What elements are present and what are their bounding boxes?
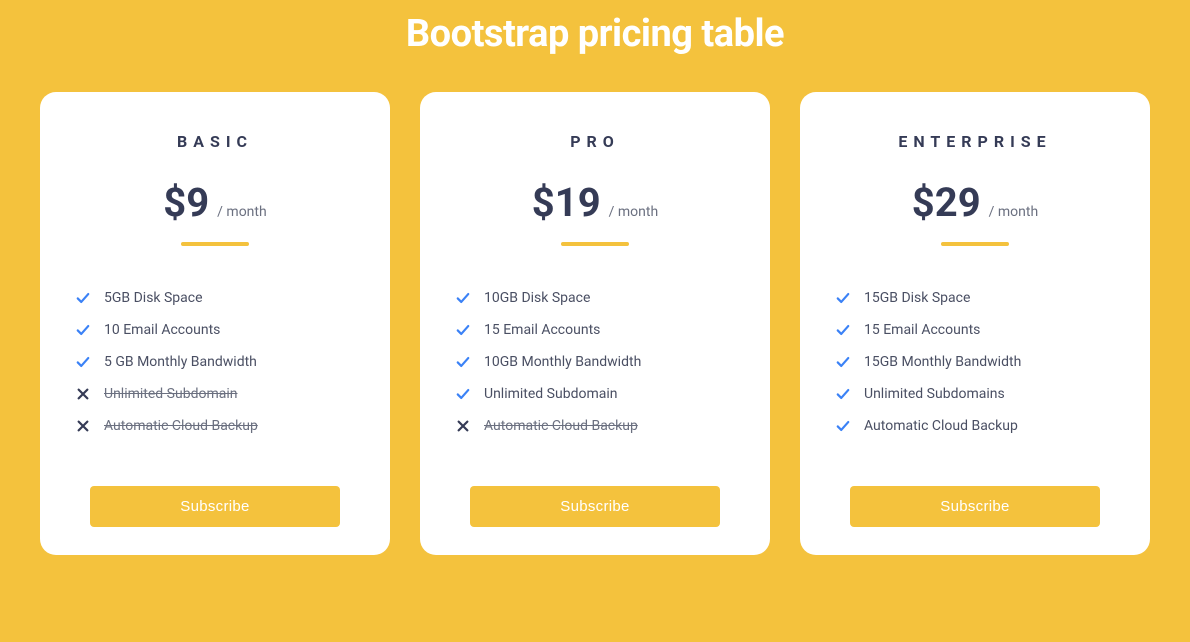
plan-card-basic: BASIC $9 / month 5GB Disk Space 10 Email … [40,92,390,555]
x-icon [76,419,90,433]
check-icon [76,291,90,305]
feature-text: 10 Email Accounts [104,322,220,338]
price-row: $9 / month [163,179,266,226]
check-icon [76,355,90,369]
feature-item: 10GB Monthly Bandwidth [456,346,734,378]
feature-list: 15GB Disk Space 15 Email Accounts 15GB Mon… [836,282,1114,442]
check-icon [456,355,470,369]
feature-item: Unlimited Subdomains [836,378,1114,410]
feature-item: Automatic Cloud Backup [456,410,734,442]
check-icon [456,323,470,337]
page-title: Bootstrap pricing table [406,12,784,56]
accent-underline [561,242,629,246]
plan-price: $29 [912,179,981,226]
check-icon [456,291,470,305]
check-icon [836,419,850,433]
feature-text: Unlimited Subdomain [484,386,617,402]
check-icon [836,387,850,401]
check-icon [76,323,90,337]
feature-text: Automatic Cloud Backup [104,418,258,434]
pricing-cards: BASIC $9 / month 5GB Disk Space 10 Email … [40,92,1150,555]
x-icon [76,387,90,401]
feature-text: 15 Email Accounts [484,322,600,338]
check-icon [836,291,850,305]
plan-period: / month [217,204,267,220]
plan-price: $9 [163,179,209,226]
feature-item: 15 Email Accounts [836,314,1114,346]
plan-name: BASIC [177,132,253,151]
feature-text: 15 Email Accounts [864,322,980,338]
feature-item: 15GB Disk Space [836,282,1114,314]
feature-item: 5GB Disk Space [76,282,354,314]
feature-text: 15GB Disk Space [864,290,970,306]
subscribe-button[interactable]: Subscribe [850,486,1100,527]
feature-list: 10GB Disk Space 15 Email Accounts 10GB Mon… [456,282,734,442]
feature-text: 10GB Disk Space [484,290,590,306]
feature-item: 15 Email Accounts [456,314,734,346]
feature-text: 15GB Monthly Bandwidth [864,354,1021,370]
subscribe-button[interactable]: Subscribe [470,486,720,527]
accent-underline [181,242,249,246]
plan-name: PRO [570,132,620,151]
feature-text: Unlimited Subdomain [104,386,237,402]
feature-item: 10 Email Accounts [76,314,354,346]
feature-text: Automatic Cloud Backup [484,418,638,434]
feature-item: Automatic Cloud Backup [76,410,354,442]
feature-text: Unlimited Subdomains [864,386,1005,402]
accent-underline [941,242,1009,246]
feature-text: 5 GB Monthly Bandwidth [104,354,257,370]
plan-name: ENTERPRISE [898,132,1051,151]
plan-price: $19 [532,179,601,226]
plan-period: / month [609,204,659,220]
feature-item: 10GB Disk Space [456,282,734,314]
subscribe-button[interactable]: Subscribe [90,486,340,527]
plan-card-enterprise: ENTERPRISE $29 / month 15GB Disk Space15… [800,92,1150,555]
check-icon [836,323,850,337]
check-icon [836,355,850,369]
plan-period: / month [989,204,1039,220]
price-row: $19 / month [532,179,658,226]
feature-text: Automatic Cloud Backup [864,418,1018,434]
check-icon [456,387,470,401]
feature-text: 10GB Monthly Bandwidth [484,354,641,370]
feature-item: Unlimited Subdomain [456,378,734,410]
price-row: $29 / month [912,179,1038,226]
x-icon [456,419,470,433]
feature-item: 5 GB Monthly Bandwidth [76,346,354,378]
feature-item: Unlimited Subdomain [76,378,354,410]
feature-item: 15GB Monthly Bandwidth [836,346,1114,378]
feature-list: 5GB Disk Space 10 Email Accounts 5 GB Mont… [76,282,354,442]
feature-text: 5GB Disk Space [104,290,203,306]
plan-card-pro: PRO $19 / month 10GB Disk Space 15 Email … [420,92,770,555]
feature-item: Automatic Cloud Backup [836,410,1114,442]
